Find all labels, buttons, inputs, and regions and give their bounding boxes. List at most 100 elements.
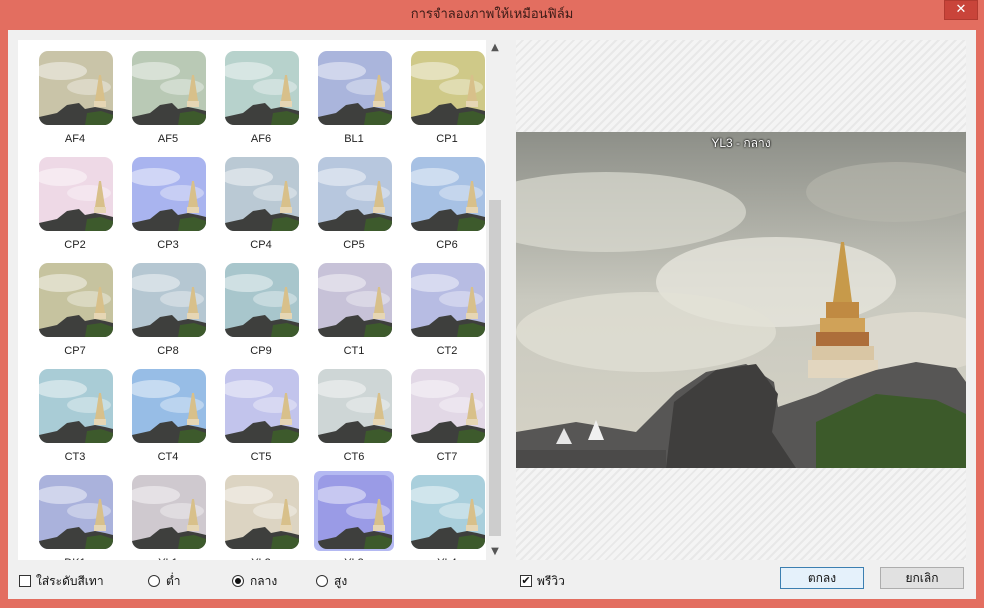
check-icon[interactable]: ✔	[520, 575, 532, 587]
grayscale-label: ใส่ระดับสีเทา	[36, 573, 104, 588]
thumb-frame	[221, 47, 301, 127]
filter-thumbnail	[39, 475, 113, 549]
filter-tile-yl3[interactable]: YL3	[302, 471, 395, 560]
filter-thumbnail	[132, 369, 206, 443]
filter-label: AF6	[250, 133, 272, 145]
thumb-frame	[128, 365, 208, 445]
intensity-high-label: สูง	[334, 573, 348, 588]
checkbox-box[interactable]	[19, 575, 31, 587]
intensity-high-radio[interactable]: สูง	[316, 568, 347, 594]
intensity-low-radio[interactable]: ต่ำ	[148, 568, 181, 594]
filter-label: CP8	[157, 345, 179, 357]
thumb-frame	[407, 47, 487, 127]
filter-thumbnail	[225, 157, 299, 231]
filter-scrollbar[interactable]: ▲ ▼	[486, 40, 504, 560]
filter-label: AF5	[157, 133, 179, 145]
thumb-frame	[128, 471, 208, 551]
filter-tile-ct2[interactable]: CT2	[395, 261, 488, 367]
filter-tile-cp6[interactable]: CP6	[395, 155, 488, 261]
thumb-frame	[314, 153, 394, 233]
thumb-frame	[407, 365, 487, 445]
thumb-frame	[35, 365, 115, 445]
filter-tile-yl1[interactable]: YL1	[116, 473, 209, 560]
filter-tile-af4[interactable]: AF4	[23, 49, 116, 155]
filter-tile-ct6[interactable]: CT6	[302, 367, 395, 473]
filter-thumbnail	[39, 157, 113, 231]
filter-label: YL2	[209, 557, 313, 560]
title-bar: การจำลองภาพให้เหมือนฟิล์ม ✕	[0, 0, 984, 30]
filter-tile-af6[interactable]: AF6	[209, 49, 302, 155]
close-icon: ✕	[955, 2, 967, 17]
window-title: การจำลองภาพให้เหมือนฟิล์ม	[410, 7, 574, 22]
filter-tile-ct5[interactable]: CT5	[209, 367, 302, 473]
thumb-frame	[35, 47, 115, 127]
filter-tile-ct7[interactable]: CT7	[395, 367, 488, 473]
filter-thumbnail	[318, 475, 392, 549]
filter-label: CT5	[250, 451, 272, 463]
radio-circle[interactable]	[316, 575, 328, 587]
filter-label: CP3	[157, 239, 179, 251]
preview-checkbox[interactable]: ✔ พรีวิว	[520, 568, 565, 594]
filter-tile-cp3[interactable]: CP3	[116, 155, 209, 261]
thumb-frame	[35, 259, 115, 339]
filter-thumbnail	[411, 157, 485, 231]
thumb-frame	[314, 365, 394, 445]
filter-tile-af5[interactable]: AF5	[116, 49, 209, 155]
filter-tile-dk1[interactable]: DK1	[23, 473, 116, 560]
filter-tile-bl1[interactable]: BL1	[302, 49, 395, 155]
filter-label: CT1	[343, 345, 365, 357]
filter-thumbnail	[318, 157, 392, 231]
filter-tile-cp1[interactable]: CP1	[395, 49, 488, 155]
filter-tile-ct3[interactable]: CT3	[23, 367, 116, 473]
ok-button[interactable]: ตกลง	[780, 567, 864, 589]
thumb-frame	[128, 259, 208, 339]
filter-label: YL4	[395, 557, 499, 560]
filter-tile-cp7[interactable]: CP7	[23, 261, 116, 367]
filter-thumbnail	[225, 51, 299, 125]
filter-tile-cp4[interactable]: CP4	[209, 155, 302, 261]
thumb-frame	[407, 259, 487, 339]
filter-label: CP4	[250, 239, 272, 251]
filter-tile-yl4[interactable]: YL4	[395, 473, 488, 560]
filter-tile-cp2[interactable]: CP2	[23, 155, 116, 261]
filter-thumbnail	[411, 263, 485, 337]
filter-label: CT3	[64, 451, 86, 463]
cancel-button[interactable]: ยกเลิก	[880, 567, 964, 589]
filter-thumbnail	[132, 157, 206, 231]
radio-circle[interactable]	[148, 575, 160, 587]
filter-label: CP2	[64, 239, 86, 251]
intensity-medium-radio[interactable]: กลาง	[232, 568, 277, 594]
filter-thumbnail	[132, 263, 206, 337]
filter-label: YL3	[302, 557, 406, 560]
filter-label: CT6	[343, 451, 365, 463]
filter-thumbnail	[39, 369, 113, 443]
filter-thumbnail	[225, 475, 299, 549]
filter-tile-ct4[interactable]: CT4	[116, 367, 209, 473]
filter-grid: AF4 AF5 AF6 BL1 CP1 CP2 CP3 CP4 CP5 CP6 CP7 CP8 CP9 C…	[18, 40, 488, 560]
filter-tile-yl2[interactable]: YL2	[209, 473, 302, 560]
close-button[interactable]: ✕	[944, 0, 978, 20]
filter-tile-ct1[interactable]: CT1	[302, 261, 395, 367]
radio-circle-selected[interactable]	[232, 575, 244, 587]
filter-label: BL1	[344, 133, 364, 145]
scroll-down-icon[interactable]: ▼	[486, 544, 504, 560]
filter-thumbnail	[225, 369, 299, 443]
filter-label: CP1	[436, 133, 458, 145]
filter-thumbnail	[411, 475, 485, 549]
scrollbar-thumb[interactable]	[489, 200, 501, 536]
thumb-frame	[407, 153, 487, 233]
filter-tile-cp8[interactable]: CP8	[116, 261, 209, 367]
intensity-medium-label: กลาง	[250, 573, 278, 588]
filter-thumbnail	[411, 369, 485, 443]
scroll-up-icon[interactable]: ▲	[486, 40, 504, 56]
filter-thumbnail	[39, 263, 113, 337]
filter-tile-cp5[interactable]: CP5	[302, 155, 395, 261]
thumb-frame	[314, 47, 394, 127]
thumb-frame	[407, 471, 487, 551]
preview-image	[516, 132, 966, 468]
filter-tile-cp9[interactable]: CP9	[209, 261, 302, 367]
grayscale-checkbox[interactable]: ใส่ระดับสีเทา	[19, 568, 104, 594]
intensity-low-label: ต่ำ	[166, 573, 181, 588]
filter-label: CP5	[343, 239, 365, 251]
thumb-frame	[35, 153, 115, 233]
